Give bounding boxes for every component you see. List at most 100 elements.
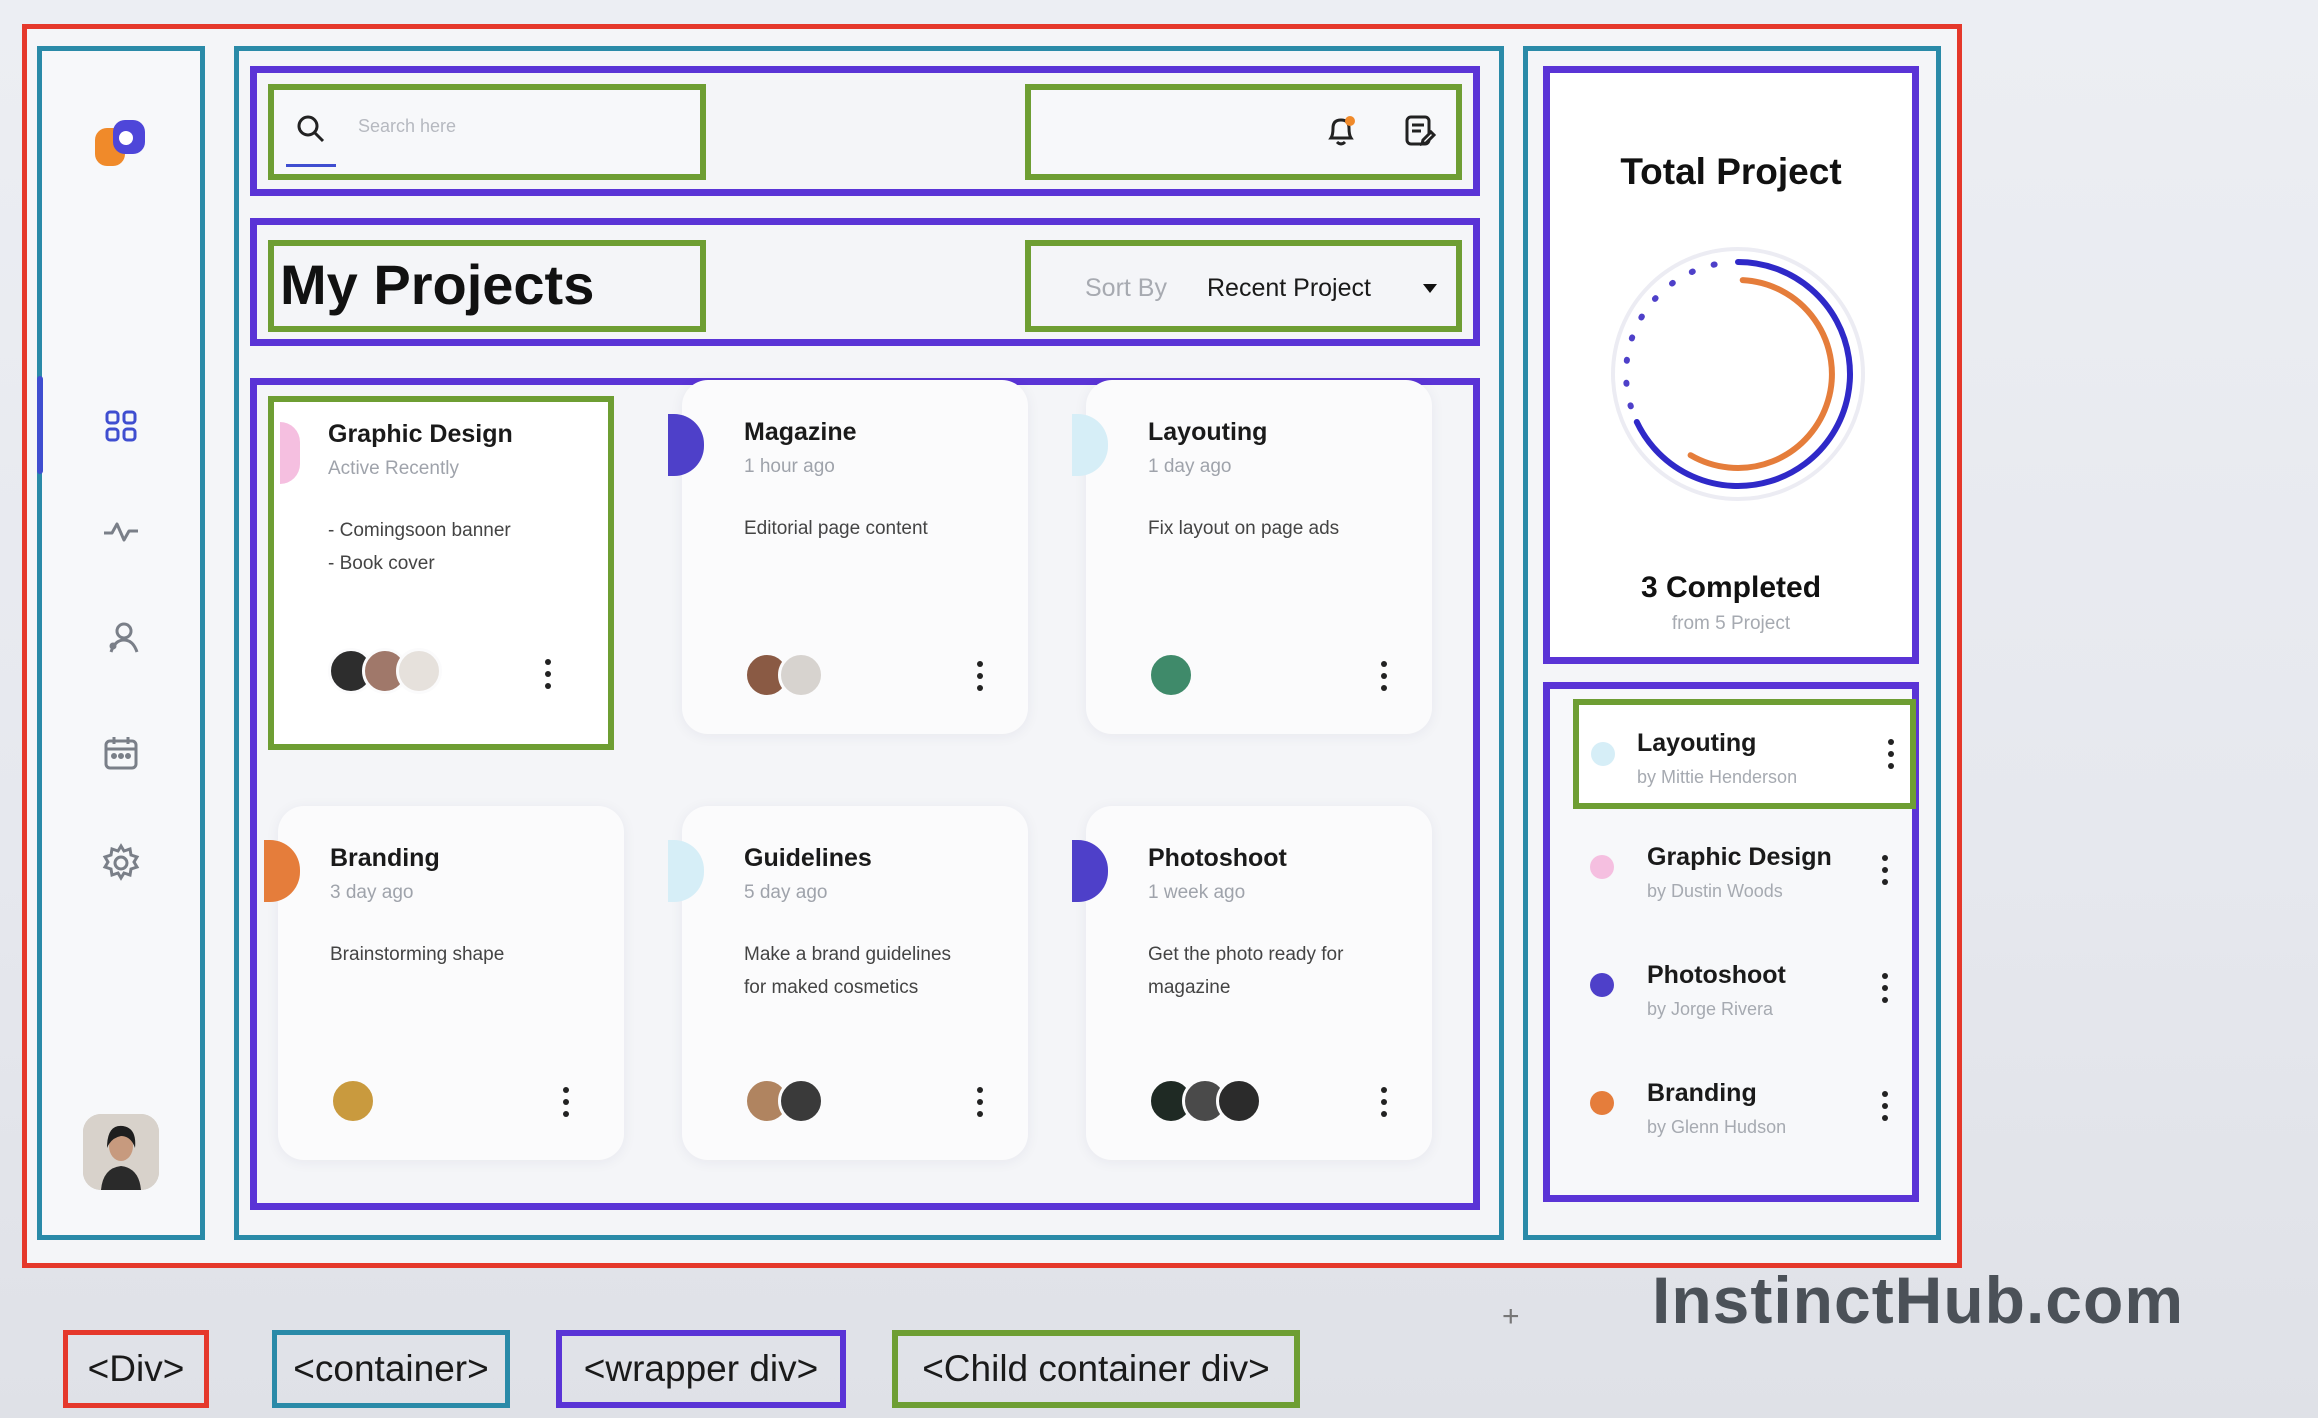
users-icon[interactable] (99, 616, 143, 660)
progress-ring-inner (1687, 277, 1835, 471)
card-avatars (1148, 1078, 1262, 1126)
sort-label: Sort By (1085, 274, 1167, 302)
header-actions (1025, 84, 1462, 180)
more-options-icon[interactable] (1880, 969, 1890, 1007)
status-dot (1590, 973, 1614, 997)
more-options-icon[interactable] (1378, 656, 1390, 696)
status-dot (1590, 855, 1614, 879)
list-item-author: by Jorge Rivera (1647, 999, 1774, 1019)
card-description: Editorial page content (744, 518, 928, 539)
card-description: Fix layout on page ads (1148, 518, 1340, 539)
card-avatars (744, 1078, 824, 1126)
card-time: 1 day ago (1148, 456, 1232, 477)
avatar (396, 648, 442, 694)
total-project-title: Total Project (1620, 151, 1842, 192)
legend-div: <Div> (63, 1330, 209, 1408)
project-card-branding[interactable]: Branding 3 day ago Brainstorming shape (264, 806, 624, 1160)
avatar (1216, 1078, 1262, 1124)
legend-child: <Child container div> (892, 1330, 1300, 1408)
app-logo-icon[interactable] (91, 114, 151, 174)
activity-icon[interactable] (99, 509, 143, 553)
card-avatars (330, 1078, 376, 1126)
project-card-magazine[interactable]: Magazine 1 hour ago Editorial page conte… (668, 380, 1028, 734)
list-item[interactable]: Layouting by Mittie Henderson (1573, 699, 1916, 809)
search-icon (294, 112, 328, 146)
card-avatars (744, 652, 824, 700)
sidebar-active-indicator (37, 376, 43, 474)
card-color-tab (280, 422, 300, 484)
card-time: Active Recently (328, 458, 459, 479)
more-options-icon[interactable] (542, 654, 554, 694)
card-title: Layouting (1148, 418, 1268, 446)
card-title: Magazine (744, 418, 857, 446)
project-card-guidelines[interactable]: Guidelines 5 day ago Make a brand guidel… (668, 806, 1028, 1160)
more-options-icon[interactable] (1880, 851, 1890, 889)
card-color-tab (264, 840, 300, 902)
completed-from: from 5 Project (1671, 613, 1791, 634)
cursor-crosshair: + (1502, 1300, 1520, 1333)
legend-wrapper: <wrapper div> (556, 1330, 846, 1408)
card-color-tab (1072, 840, 1108, 902)
card-time: 3 day ago (330, 882, 414, 903)
card-title: Graphic Design (328, 420, 513, 448)
list-item-title: Graphic Design (1647, 843, 1832, 871)
title-box: My Projects (268, 240, 706, 332)
dashboard-icon[interactable] (99, 404, 143, 448)
legend-container: <container> (272, 1330, 510, 1408)
list-item[interactable]: Branding by Glenn Hudson (1550, 1057, 1912, 1157)
status-dot (1591, 742, 1615, 766)
progress-ring-remaining (1623, 259, 1728, 410)
completed-count: 3 Completed (1640, 571, 1822, 604)
card-color-tab (1072, 414, 1108, 476)
card-avatars (328, 648, 442, 696)
card-title: Branding (330, 844, 440, 872)
card-description: Get the photo ready for magazine (1148, 944, 1344, 998)
notes-icon[interactable] (1399, 110, 1439, 150)
more-options-icon[interactable] (1886, 735, 1896, 773)
list-item-author: by Mittie Henderson (1637, 767, 1798, 787)
more-options-icon[interactable] (1378, 1082, 1390, 1122)
list-item-author: by Dustin Woods (1647, 881, 1783, 901)
list-item-title: Branding (1647, 1079, 1757, 1107)
more-options-icon[interactable] (974, 656, 986, 696)
chevron-down-icon[interactable] (1423, 284, 1437, 293)
watermark-logo: InstinctHub.com (1652, 1263, 2185, 1337)
calendar-icon[interactable] (99, 731, 143, 775)
project-card-photoshoot[interactable]: Photoshoot 1 week ago Get the photo read… (1072, 806, 1432, 1160)
progress-ring-track (1611, 247, 1865, 501)
search-box[interactable]: Search here (268, 84, 706, 180)
recent-projects-wrapper: Layouting by Mittie Henderson Graphic De… (1543, 682, 1919, 1202)
card-title: Guidelines (744, 844, 872, 872)
progress-ring-completed (1633, 259, 1853, 489)
notification-bell-icon[interactable] (1321, 110, 1361, 150)
sidebar-container (37, 46, 205, 1240)
list-item-author: by Glenn Hudson (1647, 1117, 1787, 1137)
more-options-icon[interactable] (1880, 1087, 1890, 1125)
sort-value[interactable]: Recent Project (1207, 274, 1371, 303)
card-description: - Comingsoon banner - Book cover (328, 520, 511, 574)
card-description: Make a brand guidelines for maked cosmet… (744, 944, 952, 998)
card-time: 1 week ago (1148, 882, 1246, 903)
avatar (778, 652, 824, 698)
project-card-graphic-design[interactable]: Graphic Design Active Recently - Comings… (268, 396, 614, 750)
avatar (330, 1078, 376, 1124)
card-title: Photoshoot (1148, 844, 1287, 872)
card-description: Brainstorming shape (330, 944, 505, 965)
more-options-icon[interactable] (560, 1082, 572, 1122)
avatar (1148, 652, 1194, 698)
search-input[interactable]: Search here (358, 116, 456, 137)
status-dot (1590, 1091, 1614, 1115)
user-avatar[interactable] (83, 1114, 159, 1190)
card-color-tab (668, 840, 704, 902)
settings-icon[interactable] (99, 841, 143, 885)
card-avatars (1148, 652, 1194, 700)
more-options-icon[interactable] (974, 1082, 986, 1122)
sort-dropdown[interactable]: Sort By Recent Project (1025, 240, 1462, 332)
list-item-title: Photoshoot (1647, 961, 1786, 989)
avatar (778, 1078, 824, 1124)
list-item[interactable]: Photoshoot by Jorge Rivera (1550, 939, 1912, 1039)
project-card-layouting[interactable]: Layouting 1 day ago Fix layout on page a… (1072, 380, 1432, 734)
progress-ring (1611, 247, 1865, 501)
search-underline (286, 164, 336, 167)
list-item[interactable]: Graphic Design by Dustin Woods (1550, 821, 1912, 921)
